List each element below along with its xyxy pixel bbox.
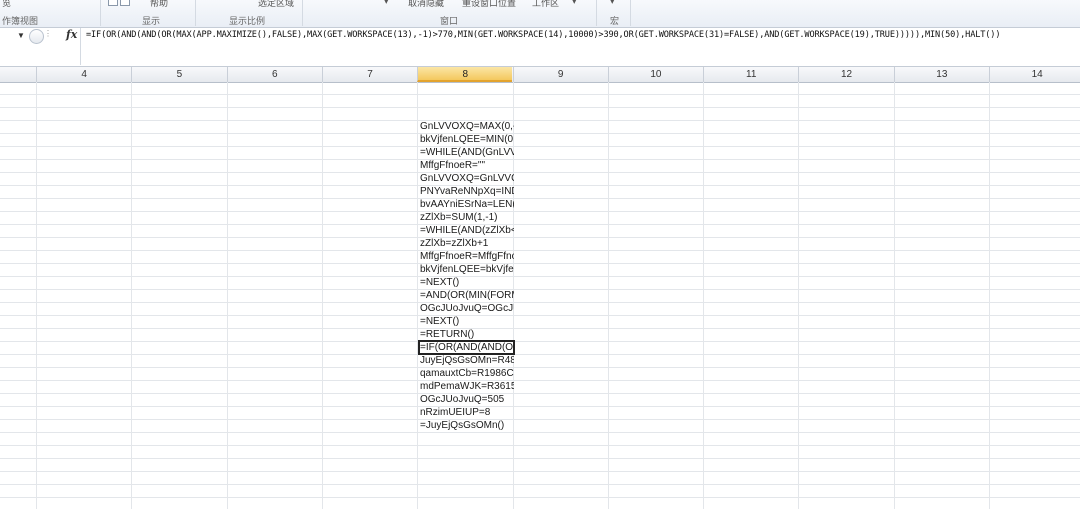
ribbon: 览 帮助 选定区域 ▾ 取消隐藏 重设窗口位置 工作区 ▾ ▾ 作簿视图 显示 … bbox=[0, 0, 1080, 28]
column-header-6[interactable]: 6 bbox=[226, 67, 322, 82]
column-header-11[interactable]: 11 bbox=[703, 67, 798, 82]
formula-input[interactable]: =IF(OR(AND(AND(OR(MAX(APP.MAXIMIZE(),FAL… bbox=[86, 30, 1076, 40]
drag-handle-icon[interactable]: ⋮ bbox=[44, 29, 52, 38]
ribbon-label: 览 bbox=[2, 0, 12, 8]
dropdown-arrow-icon[interactable]: ▾ bbox=[384, 0, 389, 7]
cell[interactable]: =JuyEjQsGsOMn() bbox=[419, 419, 514, 432]
macros-dropdown-icon[interactable]: ▾ bbox=[610, 0, 615, 7]
reset-window-position-button[interactable]: 重设窗口位置 bbox=[462, 0, 516, 9]
cell[interactable]: =AND(OR(MIN(FORMUL bbox=[419, 289, 514, 302]
ribbon-label: 帮助 bbox=[150, 0, 169, 8]
ribbon-separator bbox=[100, 0, 101, 26]
checkbox-icon bbox=[108, 0, 118, 7]
cell[interactable]: GnLVVOXQ=MAX(0,-1) bbox=[419, 120, 514, 133]
column-header-9[interactable]: 9 bbox=[512, 67, 608, 82]
unhide-button[interactable]: 取消隐藏 bbox=[408, 0, 444, 9]
cell[interactable]: GnLVVOXQ=GnLVVOXQ+1 bbox=[419, 172, 514, 185]
insert-function-icon[interactable]: fx bbox=[66, 28, 77, 41]
gridline bbox=[989, 82, 990, 509]
cell[interactable]: nRzimUEIUP=8 bbox=[419, 406, 514, 419]
zoom-selection-button[interactable]: 选定区域 bbox=[258, 0, 294, 9]
cell[interactable]: qamauxtCb=R1986C1 bbox=[419, 367, 514, 380]
cell[interactable]: =RETURN() bbox=[419, 328, 514, 341]
cell[interactable]: =WHILE(AND(GnLVVOXQ bbox=[419, 146, 514, 159]
ribbon-separator bbox=[596, 0, 597, 26]
column-header-10[interactable]: 10 bbox=[607, 67, 703, 82]
cell[interactable]: bkVjfenLQEE=bkVjfenL bbox=[419, 263, 514, 276]
cell[interactable]: bvAAYniESrNa=LEN(PN bbox=[419, 198, 514, 211]
group-workbook-views: 作簿视图 bbox=[2, 16, 39, 26]
cell[interactable]: bkVjfenLQEE=MIN(0,1) bbox=[419, 133, 514, 146]
cell[interactable]: PNYvaReNNpXq=INDEX( bbox=[419, 185, 514, 198]
gridline bbox=[226, 82, 228, 509]
group-window: 窗口 bbox=[440, 16, 459, 26]
cell[interactable]: MffgFfnoeR=MffgFfnoeR bbox=[419, 250, 514, 263]
cell[interactable]: OGcJUoJvuQ=505 bbox=[419, 393, 514, 406]
dropdown-arrow-icon[interactable]: ▾ bbox=[572, 0, 577, 7]
gridline bbox=[321, 82, 323, 509]
cell[interactable]: zZlXb=SUM(1,-1) bbox=[419, 211, 514, 224]
checkbox-icon bbox=[120, 0, 130, 7]
gridline bbox=[893, 82, 895, 509]
column-header-4[interactable]: 4 bbox=[36, 67, 131, 82]
formula-bar: ▼ ⋮ fx =IF(OR(AND(AND(OR(MAX(APP.MAXIMIZ… bbox=[0, 28, 1080, 67]
column-header-13[interactable]: 13 bbox=[893, 67, 989, 82]
column-header-7[interactable]: 7 bbox=[321, 67, 417, 82]
cell[interactable]: =WHILE(AND(zZlXb< bbox=[419, 224, 514, 237]
cell[interactable]: =NEXT() bbox=[419, 276, 514, 289]
cell[interactable]: mdPemaWJK=R3615 bbox=[419, 380, 514, 393]
column-header-8[interactable]: 8 bbox=[417, 67, 513, 82]
gridline bbox=[36, 82, 37, 509]
ribbon-separator bbox=[630, 0, 631, 26]
active-cell[interactable]: =IF(OR(AND(AND(OR( bbox=[418, 340, 515, 355]
cell[interactable]: OGcJUoJvuQ=OGcJUoJ bbox=[419, 302, 514, 315]
column-header-14[interactable]: 14 bbox=[989, 67, 1080, 82]
gridline bbox=[703, 82, 705, 509]
group-show: 显示 bbox=[142, 16, 161, 26]
workspace-button[interactable]: 工作区 bbox=[532, 0, 559, 9]
cell[interactable]: =NEXT() bbox=[419, 315, 514, 328]
ribbon-separator bbox=[195, 0, 196, 26]
formula-bar-separator bbox=[80, 28, 81, 65]
cell[interactable]: zZlXb=zZlXb+1 bbox=[419, 237, 514, 250]
gridline bbox=[798, 82, 800, 509]
cell[interactable]: MffgFfnoeR="" bbox=[419, 159, 514, 172]
worksheet-grid[interactable]: GnLVVOXQ=MAX(0,-1)bkVjfenLQEE=MIN(0,1)=W… bbox=[0, 82, 1080, 509]
ribbon-show-option[interactable] bbox=[108, 0, 132, 7]
gridline bbox=[131, 82, 133, 509]
column-header-12[interactable]: 12 bbox=[798, 67, 893, 82]
ribbon-separator bbox=[302, 0, 303, 26]
column-header-5[interactable]: 5 bbox=[131, 67, 226, 82]
cancel-enter-icon[interactable] bbox=[29, 29, 44, 44]
cell[interactable]: JuyEjQsGsOMn=R48 bbox=[419, 354, 514, 367]
group-zoom: 显示比例 bbox=[229, 16, 266, 26]
gridline bbox=[607, 82, 609, 509]
chevron-down-icon[interactable]: ▼ bbox=[17, 31, 25, 40]
name-box[interactable]: ▼ bbox=[0, 30, 27, 44]
group-macros: 宏 bbox=[610, 16, 620, 26]
column-header-row: 4 5 6 7 8 9 10 11 12 13 14 bbox=[0, 67, 1080, 83]
